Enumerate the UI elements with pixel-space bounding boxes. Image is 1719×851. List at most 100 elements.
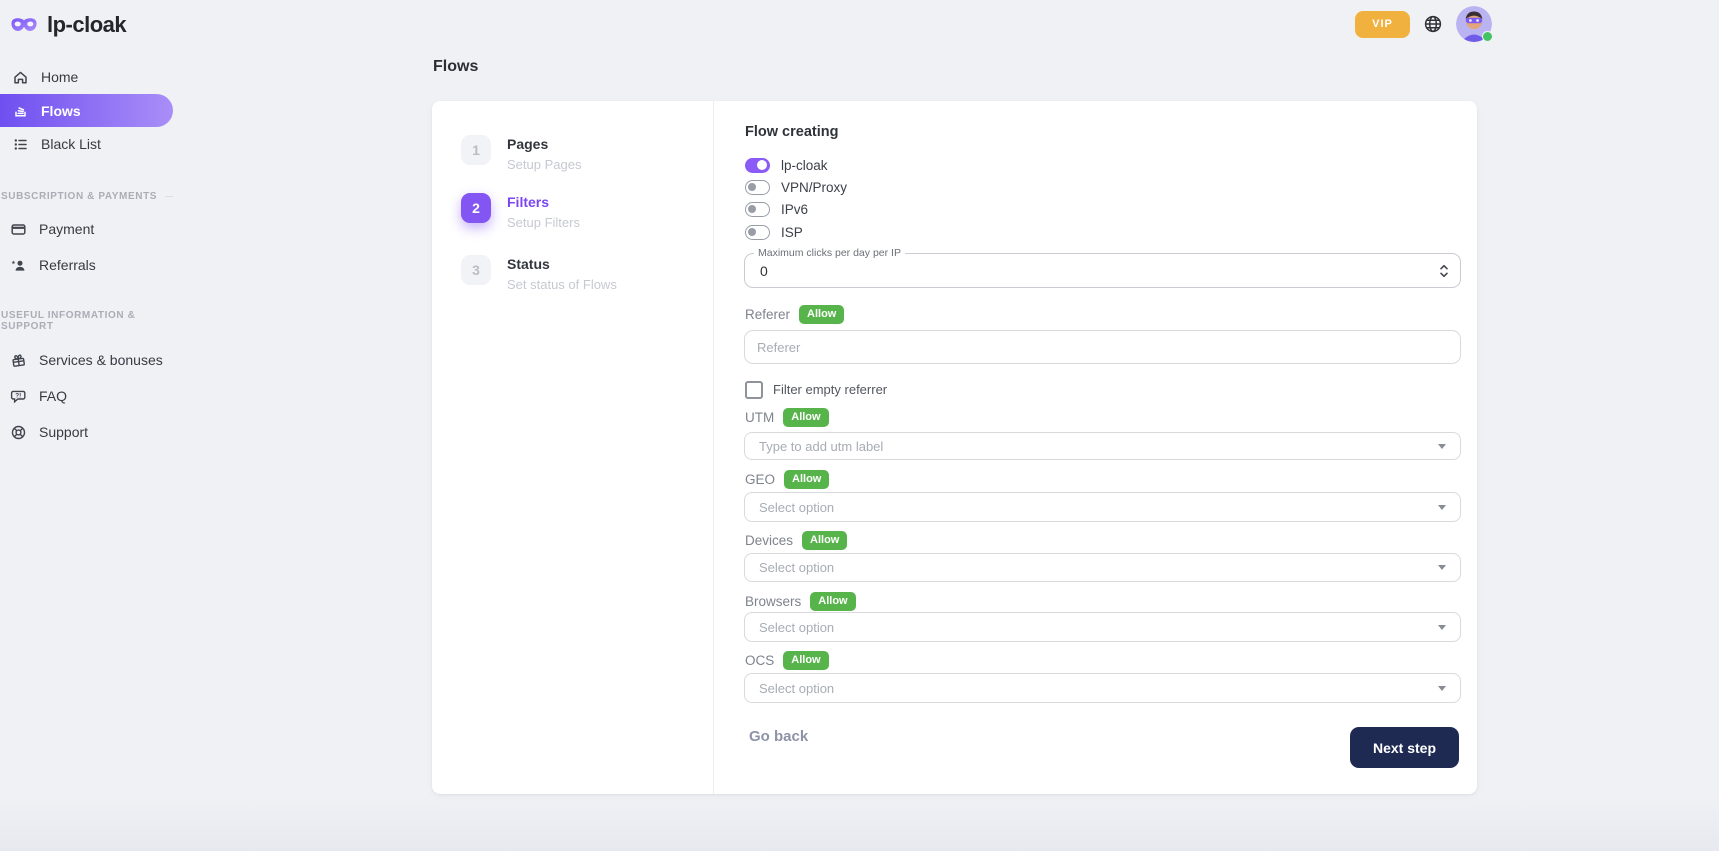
devices-label-row: Devices Allow bbox=[745, 530, 847, 550]
toggle-label: VPN/Proxy bbox=[781, 180, 847, 195]
user-avatar[interactable] bbox=[1456, 6, 1492, 42]
sidebar-item-label: Support bbox=[39, 424, 88, 440]
home-icon bbox=[12, 69, 29, 86]
checkbox-label: Filter empty referrer bbox=[773, 382, 887, 397]
max-clicks-label: Maximum clicks per day per IP bbox=[754, 247, 905, 259]
sidebar-item-label: Referrals bbox=[39, 257, 96, 273]
language-globe-icon[interactable] bbox=[1423, 14, 1443, 34]
utm-allow-badge[interactable]: Allow bbox=[783, 408, 828, 427]
referer-label: Referer bbox=[745, 307, 790, 322]
step-subtitle: Setup Pages bbox=[507, 158, 581, 171]
toggle-knob bbox=[748, 183, 756, 191]
sidebar-item-support[interactable]: Support bbox=[0, 414, 200, 450]
toggle-row-lp-cloak: lp-cloak bbox=[745, 157, 828, 173]
vpn-proxy-toggle[interactable] bbox=[745, 180, 770, 195]
next-step-button[interactable]: Next step bbox=[1350, 727, 1459, 768]
ocs-select[interactable]: Select option bbox=[744, 673, 1461, 703]
sidebar-item-label: Black List bbox=[41, 136, 101, 152]
dropdown-caret-icon bbox=[1438, 625, 1446, 630]
filter-empty-referrer-checkbox[interactable] bbox=[745, 381, 763, 399]
step-title: Filters bbox=[507, 195, 580, 209]
flow-creating-form: Flow creating lp-cloak VPN/Proxy IPv6 IS… bbox=[713, 101, 1477, 794]
geo-label: GEO bbox=[745, 472, 775, 487]
sidebar-section-information: USEFUL INFORMATION & SUPPORT bbox=[0, 310, 173, 332]
utm-label: UTM bbox=[745, 410, 774, 425]
ocs-label: OCS bbox=[745, 653, 774, 668]
step-subtitle: Set status of Flows bbox=[507, 278, 617, 291]
toggle-knob bbox=[748, 205, 756, 213]
step-filters[interactable]: 2 Filters Setup Filters bbox=[461, 193, 580, 229]
bottom-fade bbox=[0, 796, 1719, 851]
step-number: 2 bbox=[461, 193, 491, 223]
header-actions: VIP bbox=[1355, 5, 1492, 43]
utm-input[interactable]: Type to add utm label bbox=[744, 432, 1461, 460]
sidebar-item-payment[interactable]: Payment bbox=[0, 211, 200, 247]
section-divider bbox=[165, 196, 173, 197]
sidebar-item-label: Home bbox=[41, 69, 78, 85]
browsers-placeholder: Select option bbox=[759, 620, 834, 635]
toggle-label: ISP bbox=[781, 225, 803, 240]
sidebar-nav: Home Flows Black List bbox=[0, 60, 200, 161]
sidebar-item-faq[interactable]: ?! FAQ bbox=[0, 378, 200, 414]
browsers-label-row: Browsers Allow bbox=[745, 591, 856, 611]
dropdown-caret-icon bbox=[1438, 444, 1446, 449]
referrals-person-icon bbox=[10, 257, 27, 274]
lp-cloak-toggle[interactable] bbox=[745, 158, 770, 173]
geo-placeholder: Select option bbox=[759, 500, 834, 515]
toggle-knob bbox=[748, 228, 756, 236]
lp-cloak-mask-logo-icon bbox=[10, 16, 38, 35]
sidebar-item-label: Flows bbox=[41, 103, 81, 119]
sidebar-item-label: Services & bonuses bbox=[39, 352, 163, 368]
wizard-steps: 1 Pages Setup Pages 2 Filters Setup Filt… bbox=[432, 101, 713, 794]
toggle-label: lp-cloak bbox=[781, 158, 828, 173]
dropdown-caret-icon bbox=[1438, 565, 1446, 570]
sidebar-item-home[interactable]: Home bbox=[0, 60, 200, 94]
sidebar-item-flows[interactable]: Flows bbox=[0, 94, 173, 127]
sidebar-item-referrals[interactable]: Referrals bbox=[0, 247, 200, 283]
vip-button[interactable]: VIP bbox=[1355, 11, 1410, 38]
referer-input[interactable] bbox=[744, 330, 1461, 364]
step-subtitle: Setup Filters bbox=[507, 216, 580, 229]
sidebar-item-label: FAQ bbox=[39, 388, 67, 404]
max-clicks-field: Maximum clicks per day per IP bbox=[744, 253, 1461, 288]
browsers-allow-badge[interactable]: Allow bbox=[810, 592, 855, 611]
gift-icon bbox=[10, 352, 27, 369]
flow-wizard-card: 1 Pages Setup Pages 2 Filters Setup Filt… bbox=[432, 101, 1477, 794]
number-stepper[interactable] bbox=[1439, 263, 1449, 278]
toggle-knob bbox=[757, 160, 767, 170]
step-pages[interactable]: 1 Pages Setup Pages bbox=[461, 135, 581, 171]
step-status[interactable]: 3 Status Set status of Flows bbox=[461, 255, 617, 291]
isp-toggle[interactable] bbox=[745, 225, 770, 240]
toggle-label: IPv6 bbox=[781, 202, 808, 217]
geo-allow-badge[interactable]: Allow bbox=[784, 470, 829, 489]
stepper-chevrons-icon bbox=[1439, 263, 1449, 278]
faq-bubble-icon: ?! bbox=[10, 388, 27, 405]
ocs-allow-badge[interactable]: Allow bbox=[783, 651, 828, 670]
go-back-button[interactable]: Go back bbox=[749, 728, 808, 745]
flows-icon bbox=[12, 102, 29, 119]
sidebar-section-subscription: SUBSCRIPTION & PAYMENTS bbox=[0, 191, 173, 202]
sidebar-item-black-list[interactable]: Black List bbox=[0, 127, 200, 161]
sidebar: lp-cloak Home Flows bbox=[0, 0, 200, 450]
ocs-label-row: OCS Allow bbox=[745, 650, 829, 670]
blacklist-icon bbox=[12, 136, 29, 153]
step-number: 1 bbox=[461, 135, 491, 165]
sidebar-item-services-bonuses[interactable]: Services & bonuses bbox=[0, 342, 200, 378]
support-lifebuoy-icon bbox=[10, 424, 27, 441]
ocs-placeholder: Select option bbox=[759, 681, 834, 696]
referer-allow-badge[interactable]: Allow bbox=[799, 305, 844, 324]
geo-select[interactable]: Select option bbox=[744, 492, 1461, 522]
devices-label: Devices bbox=[745, 533, 793, 548]
toggle-row-vpn-proxy: VPN/Proxy bbox=[745, 179, 847, 195]
utm-placeholder: Type to add utm label bbox=[759, 439, 883, 454]
browsers-select[interactable]: Select option bbox=[744, 612, 1461, 642]
devices-select[interactable]: Select option bbox=[744, 553, 1461, 582]
svg-text:?!: ?! bbox=[15, 392, 21, 399]
ipv6-toggle[interactable] bbox=[745, 202, 770, 217]
devices-placeholder: Select option bbox=[759, 560, 834, 575]
devices-allow-badge[interactable]: Allow bbox=[802, 531, 847, 550]
max-clicks-input[interactable] bbox=[758, 262, 1402, 280]
dropdown-caret-icon bbox=[1438, 505, 1446, 510]
step-title: Status bbox=[507, 257, 617, 271]
payment-card-icon bbox=[10, 221, 27, 238]
